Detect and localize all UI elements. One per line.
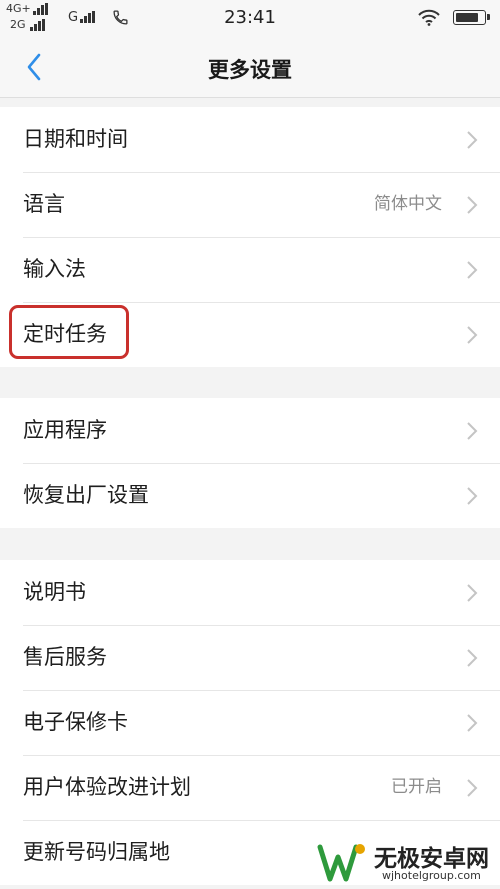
chevron-right-icon [467,649,478,667]
chevron-right-icon [467,326,478,344]
chevron-right-icon [467,131,478,149]
settings-item-label: 电子保修卡 [23,710,128,734]
settings-item-value: 简体中文 [374,194,442,214]
settings-item-date-time[interactable]: 日期和时间 [0,107,500,172]
settings-item-value: 已开启 [391,777,442,797]
settings-item-after-sales[interactable]: 售后服务 [0,625,500,690]
settings-item-input-method[interactable]: 输入法 [0,237,500,302]
settings-item-label: 更新号码归属地 [23,840,170,864]
status-right [410,7,490,29]
settings-item-label: 说明书 [23,580,86,604]
settings-item-warranty-card[interactable]: 电子保修卡 [0,690,500,755]
chevron-right-icon [467,261,478,279]
chevron-right-icon [467,714,478,732]
highlight-box [9,305,129,359]
settings-group-apps: 应用程序 恢复出厂设置 [0,398,500,528]
chevron-right-icon [467,196,478,214]
battery-level [456,13,479,22]
settings-item-label: 售后服务 [23,645,107,669]
settings-item-applications[interactable]: 应用程序 [0,398,500,463]
chevron-right-icon [467,584,478,602]
watermark: 无极安卓网 wjhotelgroup.com [310,835,500,889]
watermark-url: wjhotelgroup.com [382,869,481,882]
chevron-right-icon [467,422,478,440]
nav-bar: 更多设置 [0,36,500,98]
settings-item-manual[interactable]: 说明书 [0,560,500,625]
settings-item-label: 应用程序 [23,418,107,442]
watermark-logo-icon [317,844,365,882]
chevron-right-icon [467,487,478,505]
chevron-right-icon [467,779,478,797]
status-bar: 4G+ 2G G 23:41 [0,0,500,36]
battery-icon [453,10,490,25]
settings-item-label: 日期和时间 [23,127,128,151]
settings-item-language[interactable]: 语言 简体中文 [0,172,500,237]
wifi-icon [418,9,440,26]
watermark-name: 无极安卓网 [374,846,489,872]
settings-item-label: 输入法 [23,257,86,281]
settings-item-label: 恢复出厂设置 [23,483,149,507]
settings-item-label: 语言 [23,192,65,216]
settings-item-user-experience[interactable]: 用户体验改进计划 已开启 [0,755,500,820]
page-title: 更多设置 [208,58,292,82]
settings-item-factory-reset[interactable]: 恢复出厂设置 [0,463,500,528]
settings-item-label: 用户体验改进计划 [23,775,191,799]
